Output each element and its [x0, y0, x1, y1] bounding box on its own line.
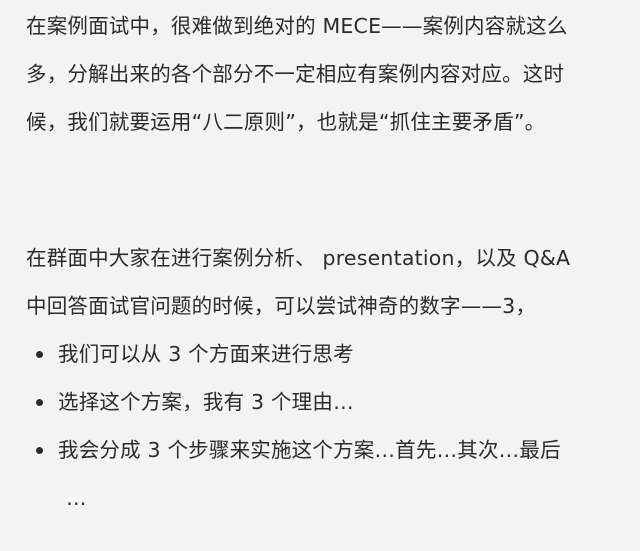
bullet-item: 我们可以从 3 个方面来进行思考	[0, 330, 640, 378]
paragraph-group-interview: 在群面中大家在进行案例分析、 presentation，以及 Q&A 中回答面试…	[26, 234, 636, 330]
paragraph-line: 在案例面试中，很难做到绝对的 MECE——案例内容就这么	[26, 14, 568, 38]
bullet-text: 我会分成 3 个步骤来实施这个方案…首先…其次…最后	[58, 438, 561, 462]
bullet-dot-icon	[36, 399, 43, 406]
document-page: 在案例面试中，很难做到绝对的 MECE——案例内容就这么 多，分解出来的各个部分…	[0, 0, 640, 551]
bullet-dot-icon	[36, 447, 43, 454]
paragraph-line: 在群面中大家在进行案例分析、 presentation，以及 Q&A	[26, 246, 571, 270]
bullet-text: 我们可以从 3 个方面来进行思考	[58, 342, 354, 366]
paragraph-mece: 在案例面试中，很难做到绝对的 MECE——案例内容就这么 多，分解出来的各个部分…	[26, 2, 636, 146]
bullet-item: 选择这个方案，我有 3 个理由…	[0, 378, 640, 426]
bullet-dot-icon	[36, 351, 43, 358]
paragraph-line: 候，我们就要运用“八二原则”，也就是“抓住主要矛盾”。	[26, 110, 546, 134]
paragraph-line: 多，分解出来的各个部分不一定相应有案例内容对应。这时	[26, 62, 565, 86]
bullet-list: 我们可以从 3 个方面来进行思考 选择这个方案，我有 3 个理由… 我会分成 3…	[0, 330, 640, 522]
bullet-text-continuation: …	[66, 486, 87, 510]
paragraph-line: 中回答面试官问题的时候，可以尝试神奇的数字——3，	[26, 294, 537, 318]
bullet-text: 选择这个方案，我有 3 个理由…	[58, 390, 354, 414]
bullet-item: 我会分成 3 个步骤来实施这个方案…首先…其次…最后 …	[0, 426, 640, 522]
